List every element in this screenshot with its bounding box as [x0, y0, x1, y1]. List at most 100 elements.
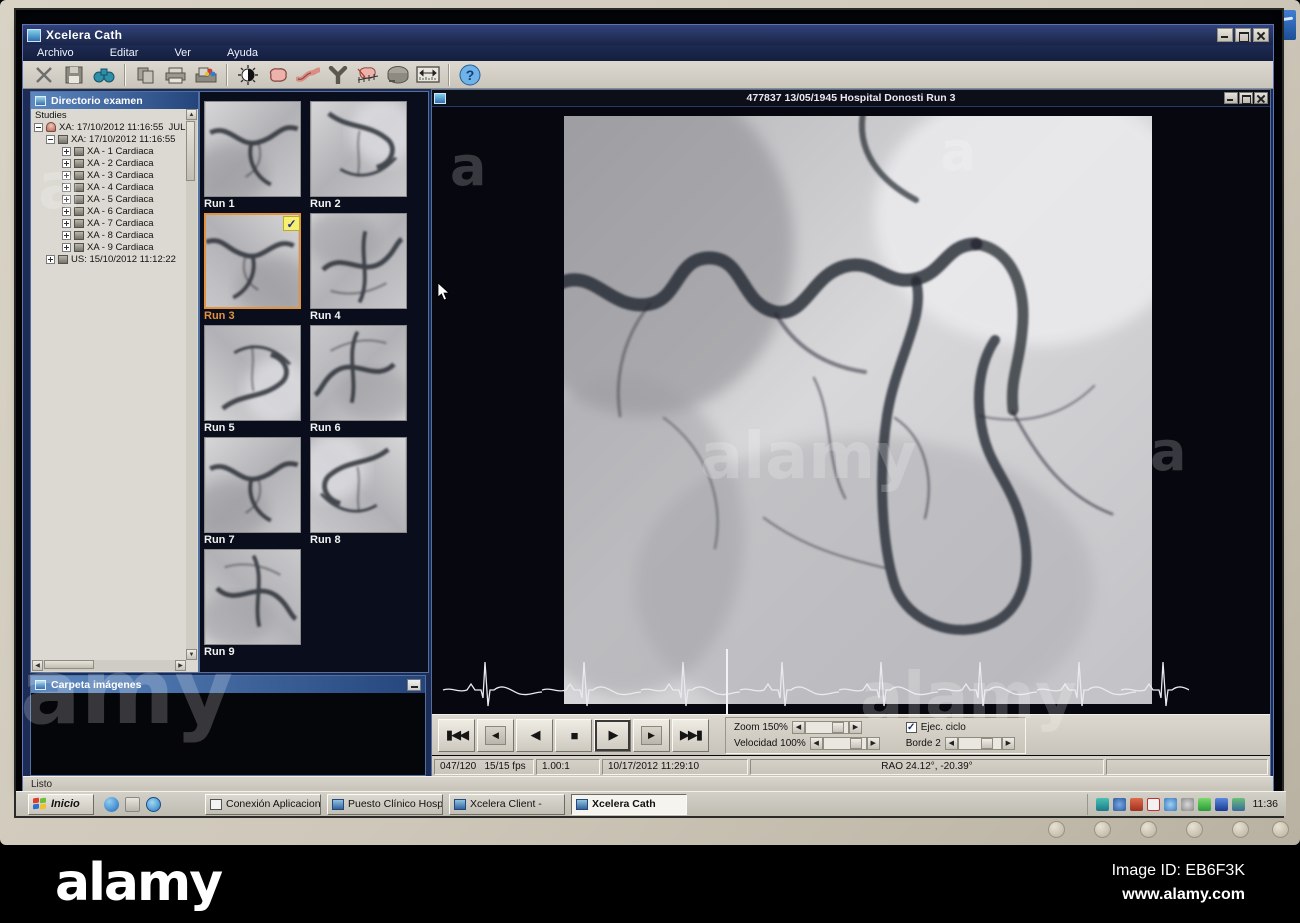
- ecg-frame-cursor[interactable]: [726, 649, 728, 714]
- monitor-button[interactable]: [1232, 821, 1249, 838]
- tree-patient-row[interactable]: XA: 17/10/2012 11:16:55 JULI: [32, 121, 186, 133]
- scroll-right-icon[interactable]: ▶: [175, 660, 186, 671]
- thumbnail-run-3-selected[interactable]: ✓ Run 3: [204, 213, 303, 322]
- thumbnail-run-6[interactable]: Run 6: [310, 325, 409, 434]
- slider-track[interactable]: [804, 720, 849, 734]
- collapse-icon[interactable]: [46, 134, 55, 144]
- tree-root-studies[interactable]: Studies: [32, 109, 186, 121]
- tree-study-row[interactable]: US: 15/10/2012 11:12:22: [32, 253, 186, 265]
- slider-right-icon[interactable]: ▶: [848, 720, 862, 734]
- 3d-object-button[interactable]: [383, 63, 413, 87]
- viewer-canvas[interactable]: [432, 107, 1270, 714]
- print-button[interactable]: [161, 63, 191, 87]
- monitor-button[interactable]: [1186, 821, 1203, 838]
- checkbox-checked-icon[interactable]: ✓: [905, 721, 917, 733]
- monitor-button[interactable]: [1140, 821, 1157, 838]
- copy-button[interactable]: [131, 63, 161, 87]
- scroll-thumb[interactable]: [44, 660, 94, 669]
- thumbnail-run-9[interactable]: Run 9: [204, 549, 303, 658]
- monitor-button[interactable]: [1048, 821, 1065, 838]
- thumbnail-run-4[interactable]: Run 4: [310, 213, 409, 322]
- play-button[interactable]: ▶: [594, 718, 631, 752]
- tray-icon[interactable]: [1095, 797, 1109, 811]
- task-puesto-clinico[interactable]: Puesto Clínico Hospitalari...: [327, 793, 443, 815]
- slider-left-icon[interactable]: ◀: [791, 720, 805, 734]
- thumbnail-run-1[interactable]: Run 1: [204, 101, 303, 210]
- contrast-button[interactable]: [233, 63, 263, 87]
- viewer-close-button[interactable]: [1254, 92, 1268, 104]
- task-xcelera-cath-active[interactable]: Xcelera Cath: [571, 793, 687, 815]
- close-button[interactable]: [1253, 28, 1269, 42]
- tray-display-icon[interactable]: [1214, 797, 1228, 811]
- menu-ver[interactable]: Ver: [174, 47, 191, 59]
- viewer-restore-button[interactable]: [1239, 92, 1253, 104]
- step-forward-button[interactable]: ▶: [633, 718, 670, 752]
- search-button[interactable]: [89, 63, 119, 87]
- slider-thumb[interactable]: [980, 737, 993, 749]
- panel-minimize-button[interactable]: [407, 678, 421, 691]
- slider-thumb[interactable]: [849, 737, 862, 749]
- tray-messenger-icon[interactable]: [1163, 797, 1177, 811]
- run-cycle-row[interactable]: ✓ Ejec. ciclo: [905, 721, 1015, 734]
- slider-track[interactable]: [822, 736, 867, 750]
- zoom-slider[interactable]: ◀ ▶: [791, 720, 862, 734]
- bifurcation-button[interactable]: [323, 63, 353, 87]
- start-button[interactable]: Inicio: [28, 793, 94, 815]
- tree-series-row[interactable]: XA - 3 Cardiaca: [32, 169, 186, 181]
- tree-series-row[interactable]: XA - 9 Cardiaca: [32, 241, 186, 253]
- thumbnail-run-2[interactable]: Run 2: [310, 101, 409, 210]
- slider-right-icon[interactable]: ▶: [866, 736, 880, 750]
- scroll-left-icon[interactable]: ◀: [32, 660, 43, 671]
- expand-icon[interactable]: [62, 242, 71, 252]
- menu-ayuda[interactable]: Ayuda: [227, 47, 258, 59]
- calibration-button[interactable]: [413, 63, 443, 87]
- collapse-icon[interactable]: [34, 122, 43, 132]
- expand-icon[interactable]: [62, 194, 71, 204]
- menu-editar[interactable]: Editar: [110, 47, 139, 59]
- expand-icon[interactable]: [46, 254, 55, 264]
- vessel-analysis-button[interactable]: [293, 63, 323, 87]
- internet-explorer-icon[interactable]: [104, 796, 119, 812]
- scroll-up-icon[interactable]: ▲: [186, 109, 197, 120]
- tray-update-icon[interactable]: [1180, 797, 1194, 811]
- exam-directory-header[interactable]: Directorio examen: [31, 92, 198, 109]
- last-frame-button[interactable]: ▶▶▮: [672, 718, 709, 752]
- task-xcelera-client[interactable]: Xcelera Client -: [449, 793, 565, 815]
- viewer-titlebar[interactable]: 477837 13/05/1945 Hospital Donosti Run 3: [432, 90, 1270, 107]
- expand-icon[interactable]: [62, 170, 71, 180]
- export-button[interactable]: [191, 63, 221, 87]
- slider-left-icon[interactable]: ◀: [809, 736, 823, 750]
- close-study-button[interactable]: [29, 63, 59, 87]
- tree-series-row[interactable]: XA - 5 Cardiaca: [32, 193, 186, 205]
- monitor-button[interactable]: [1094, 821, 1111, 838]
- tree-series-row[interactable]: XA - 7 Cardiaca: [32, 217, 186, 229]
- thumbnail-run-7[interactable]: Run 7: [204, 437, 303, 546]
- monitor-power-button[interactable]: [1272, 821, 1289, 838]
- tree-series-row[interactable]: XA - 2 Cardiaca: [32, 157, 186, 169]
- edge-slider[interactable]: ◀ ▶: [944, 736, 1015, 750]
- tree-series-row[interactable]: XA - 8 Cardiaca: [32, 229, 186, 241]
- expand-icon[interactable]: [62, 182, 71, 192]
- expand-icon[interactable]: [62, 206, 71, 216]
- thumbnail-run-8[interactable]: Run 8: [310, 437, 409, 546]
- mail-icon[interactable]: [125, 796, 140, 812]
- tray-monitors-icon[interactable]: [1231, 797, 1245, 811]
- slider-right-icon[interactable]: ▶: [1001, 736, 1015, 750]
- tree-series-row[interactable]: XA - 6 Cardiaca: [32, 205, 186, 217]
- tray-audio-icon[interactable]: [1129, 797, 1143, 811]
- media-player-icon[interactable]: [146, 796, 161, 812]
- viewer-minimize-button[interactable]: [1224, 92, 1238, 104]
- help-button[interactable]: ?: [455, 63, 485, 87]
- save-button[interactable]: [59, 63, 89, 87]
- scroll-down-icon[interactable]: ▼: [186, 649, 197, 660]
- play-reverse-button[interactable]: ◀: [516, 718, 553, 752]
- expand-icon[interactable]: [62, 230, 71, 240]
- tree-series-row[interactable]: XA - 1 Cardiaca: [32, 145, 186, 157]
- minimize-button[interactable]: [1217, 28, 1233, 42]
- stop-button[interactable]: ■: [555, 718, 592, 752]
- first-frame-button[interactable]: ▮◀◀: [438, 718, 475, 752]
- thumbnail-run-5[interactable]: Run 5: [204, 325, 303, 434]
- tree-horizontal-scrollbar[interactable]: ◀ ▶: [32, 660, 186, 671]
- slider-track[interactable]: [957, 736, 1002, 750]
- expand-icon[interactable]: [62, 218, 71, 228]
